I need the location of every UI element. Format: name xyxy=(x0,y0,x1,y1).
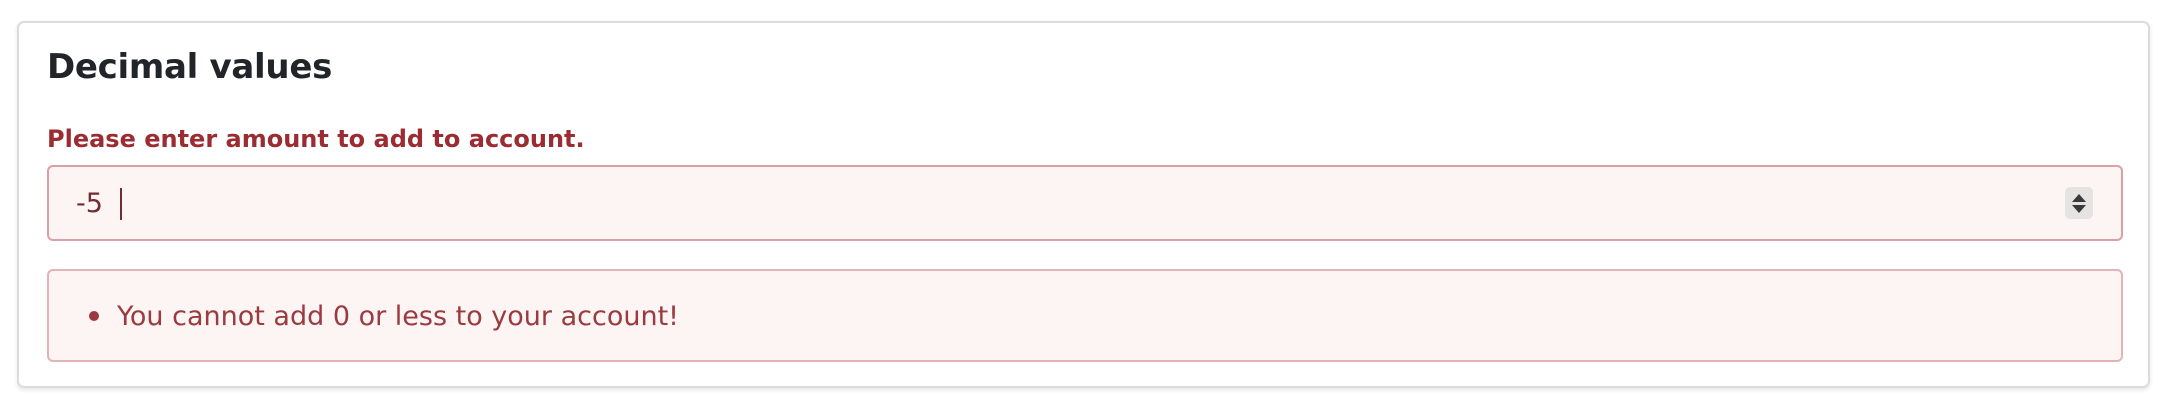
amount-input-wrapper xyxy=(47,165,2123,241)
decimal-values-card: Decimal values Please enter amount to ad… xyxy=(17,21,2150,388)
amount-input[interactable] xyxy=(49,167,2029,239)
bullet-icon xyxy=(89,311,99,321)
text-caret xyxy=(120,188,122,220)
error-message: You cannot add 0 or less to your account… xyxy=(117,300,679,332)
error-list: You cannot add 0 or less to your account… xyxy=(89,299,679,333)
stepper-down-icon[interactable] xyxy=(2072,204,2086,213)
amount-field-label: Please enter amount to add to account. xyxy=(47,125,585,153)
error-item: You cannot add 0 or less to your account… xyxy=(89,299,679,333)
number-stepper[interactable] xyxy=(2065,187,2093,219)
stepper-up-icon[interactable] xyxy=(2072,193,2086,202)
section-title: Decimal values xyxy=(47,47,333,87)
validation-error-box: You cannot add 0 or less to your account… xyxy=(47,269,2123,362)
